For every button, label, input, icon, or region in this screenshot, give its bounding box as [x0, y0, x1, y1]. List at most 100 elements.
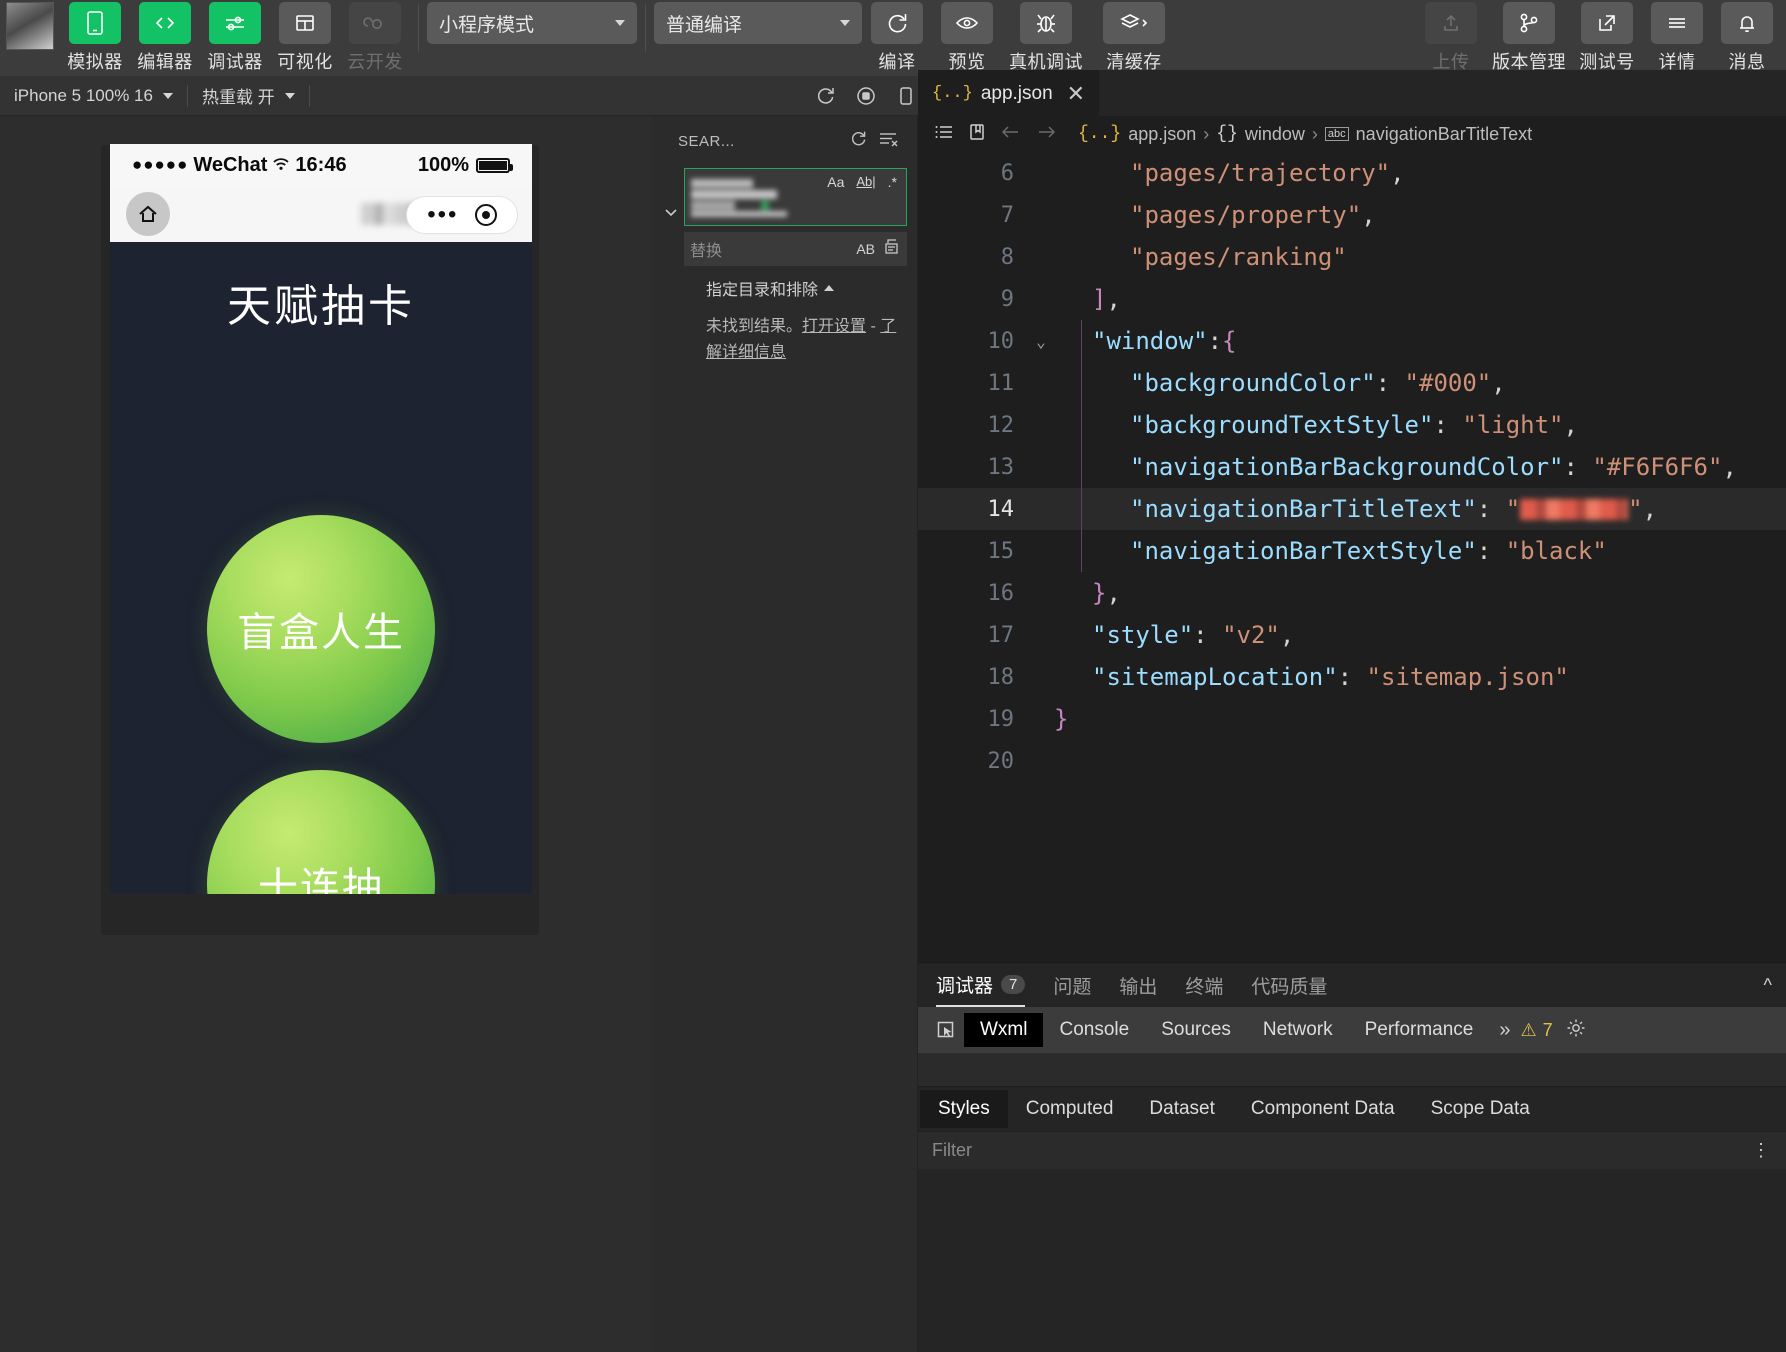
warning-indicator[interactable]: ⚠ 7	[1521, 1020, 1553, 1041]
style-tab-scope-data[interactable]: Scope Data	[1413, 1090, 1548, 1128]
code-line[interactable]: 8"pages/ranking"	[918, 236, 1786, 278]
toolbar-item-preview[interactable]: 预览	[936, 2, 998, 74]
clear-all-icon[interactable]	[877, 129, 899, 154]
code-token: :	[1433, 411, 1462, 439]
compile-mode-select[interactable]: 普通编译	[654, 2, 862, 44]
hot-reload-selector[interactable]: 热重载 开	[188, 76, 309, 116]
close-icon[interactable]: ✕	[1067, 81, 1085, 107]
code-line[interactable]: 15"navigationBarTextStyle": "black"	[918, 530, 1786, 572]
code-content[interactable]: 6"pages/trajectory",7"pages/property",8"…	[918, 152, 1786, 842]
devtools-tab-output[interactable]: 输出	[1119, 963, 1157, 1007]
toolbar-item-clear-cache[interactable]: 清缓存	[1094, 2, 1174, 74]
toolbar-item-version[interactable]: 版本管理	[1490, 2, 1568, 74]
bookmark-icon[interactable]	[968, 123, 986, 146]
toolbar-item-visual[interactable]: 可视化	[274, 2, 336, 74]
record-icon[interactable]	[846, 81, 886, 111]
inspector-tab-wxml[interactable]: Wxml	[964, 1013, 1043, 1047]
home-icon[interactable]	[126, 192, 170, 236]
more-dots-icon[interactable]: ⋮	[1752, 1140, 1772, 1161]
phone-nav-bar: •••	[110, 186, 532, 242]
toolbar-item-debugger[interactable]: 调试器	[204, 2, 266, 74]
replace-all-icon[interactable]	[883, 238, 901, 261]
breadcrumb-item-window[interactable]: window	[1245, 124, 1305, 145]
preserve-case-toggle[interactable]: AB	[856, 241, 875, 257]
code-line[interactable]: 18"sitemapLocation": "sitemap.json"	[918, 656, 1786, 698]
code-line[interactable]: 12"backgroundTextStyle": "light",	[918, 404, 1786, 446]
toolbar-item-messages[interactable]: 消息	[1716, 2, 1778, 74]
search-input[interactable]: Aa Ab| .*	[684, 168, 907, 226]
element-picker-icon[interactable]	[928, 1015, 964, 1045]
style-tab-styles[interactable]: Styles	[920, 1090, 1008, 1128]
include-exclude-toggle[interactable]: 指定目录和排除	[706, 276, 907, 300]
gear-icon[interactable]	[1565, 1017, 1587, 1044]
toolbar-item-compile[interactable]: 编译	[866, 2, 928, 74]
match-case-toggle[interactable]: Aa	[824, 173, 847, 191]
user-avatar[interactable]	[6, 2, 54, 50]
toolbar-item-details[interactable]: 详情	[1646, 2, 1708, 74]
upload-icon	[1425, 2, 1477, 44]
inspector-tab-console[interactable]: Console	[1043, 1013, 1145, 1047]
inspector-tab-sources[interactable]: Sources	[1145, 1013, 1247, 1047]
match-whole-word-toggle[interactable]: Ab|	[853, 173, 878, 191]
devtools-tab-code-quality[interactable]: 代码质量	[1251, 963, 1327, 1007]
branch-icon	[1503, 2, 1555, 44]
layout-icon	[279, 2, 331, 44]
search-result-message: 未找到结果。打开设置 - 了解详细信息	[706, 314, 906, 365]
toolbar-item-editor[interactable]: 编辑器	[134, 2, 196, 74]
chevron-down-icon[interactable]: ⌄	[1028, 332, 1054, 351]
toolbar-item-remote-debug[interactable]: 真机调试	[1006, 2, 1086, 74]
devtools-tab-terminal[interactable]: 终端	[1185, 963, 1223, 1007]
code-line[interactable]: 11"backgroundColor": "#000",	[918, 362, 1786, 404]
chevron-down-icon	[840, 20, 850, 26]
mode-select[interactable]: 小程序模式	[427, 2, 637, 44]
breadcrumb-item-file[interactable]: app.json	[1128, 124, 1196, 145]
draw-button-ten[interactable]: 十连抽	[207, 770, 435, 894]
use-regex-toggle[interactable]: .*	[885, 173, 900, 191]
editor-tab-app-json[interactable]: {..} app.json ✕	[918, 70, 1099, 116]
more-dots-icon[interactable]: •••	[427, 209, 458, 221]
line-number: 13	[918, 455, 1028, 480]
capsule-button[interactable]: •••	[406, 196, 518, 234]
code-line[interactable]: 7"pages/property",	[918, 194, 1786, 236]
breadcrumb-item-property[interactable]: navigationBarTitleText	[1356, 124, 1532, 145]
style-tab-component-data[interactable]: Component Data	[1233, 1090, 1413, 1128]
code-line[interactable]: 16},	[918, 572, 1786, 614]
code-line[interactable]: 14"navigationBarTitleText": "",	[918, 488, 1786, 530]
devtools-tab-problems[interactable]: 问题	[1053, 963, 1091, 1007]
draw-button-blindbox[interactable]: 盲盒人生	[207, 515, 435, 743]
chevron-down-icon[interactable]	[662, 168, 680, 220]
replace-input[interactable]: 替换 AB	[684, 232, 907, 266]
inspector-tab-network[interactable]: Network	[1247, 1013, 1349, 1047]
breadcrumb-separator-2: ›	[1312, 124, 1318, 145]
back-arrow-icon[interactable]	[1000, 123, 1022, 146]
code-line[interactable]: 9],	[918, 278, 1786, 320]
bell-icon	[1721, 2, 1773, 44]
code-line[interactable]: 6"pages/trajectory",	[918, 152, 1786, 194]
inspector-tab-performance[interactable]: Performance	[1349, 1013, 1490, 1047]
code-line[interactable]: 17"style": "v2",	[918, 614, 1786, 656]
target-circle-icon[interactable]	[475, 204, 497, 226]
devtools-tabs: 调试器 7 问题 输出 终端 代码质量 ^	[918, 963, 1786, 1007]
code-line[interactable]: 13"navigationBarBackgroundColor": "#F6F6…	[918, 446, 1786, 488]
chevron-double-right-icon[interactable]: »	[1489, 1019, 1520, 1042]
toolbar-item-test-account[interactable]: 测试号	[1576, 2, 1638, 74]
style-tab-dataset[interactable]: Dataset	[1131, 1090, 1232, 1128]
outline-icon[interactable]	[934, 123, 954, 146]
toolbar-item-simulator[interactable]: 模拟器	[64, 2, 126, 74]
device-selector[interactable]: iPhone 5 100% 16	[0, 76, 187, 116]
code-line[interactable]: 19}	[918, 698, 1786, 740]
forward-arrow-icon[interactable]	[1036, 123, 1058, 146]
rotate-icon[interactable]	[806, 81, 846, 111]
battery-icon	[476, 158, 510, 173]
toolbar-item-cloud[interactable]: 云开发	[344, 2, 406, 74]
code-line[interactable]: 20	[918, 740, 1786, 782]
refresh-icon[interactable]	[849, 129, 869, 154]
toolbar-item-upload[interactable]: 上传	[1420, 2, 1482, 74]
draw-button-label: 十连抽	[258, 855, 384, 894]
code-line[interactable]: 10⌄"window":{	[918, 320, 1786, 362]
style-filter-bar[interactable]: Filter ⋮	[918, 1131, 1786, 1169]
devtools-tab-debugger[interactable]: 调试器 7	[936, 963, 1025, 1007]
chevron-up-icon[interactable]: ^	[1764, 975, 1772, 996]
style-tab-computed[interactable]: Computed	[1008, 1090, 1132, 1128]
open-settings-link[interactable]: 打开设置	[802, 318, 866, 335]
